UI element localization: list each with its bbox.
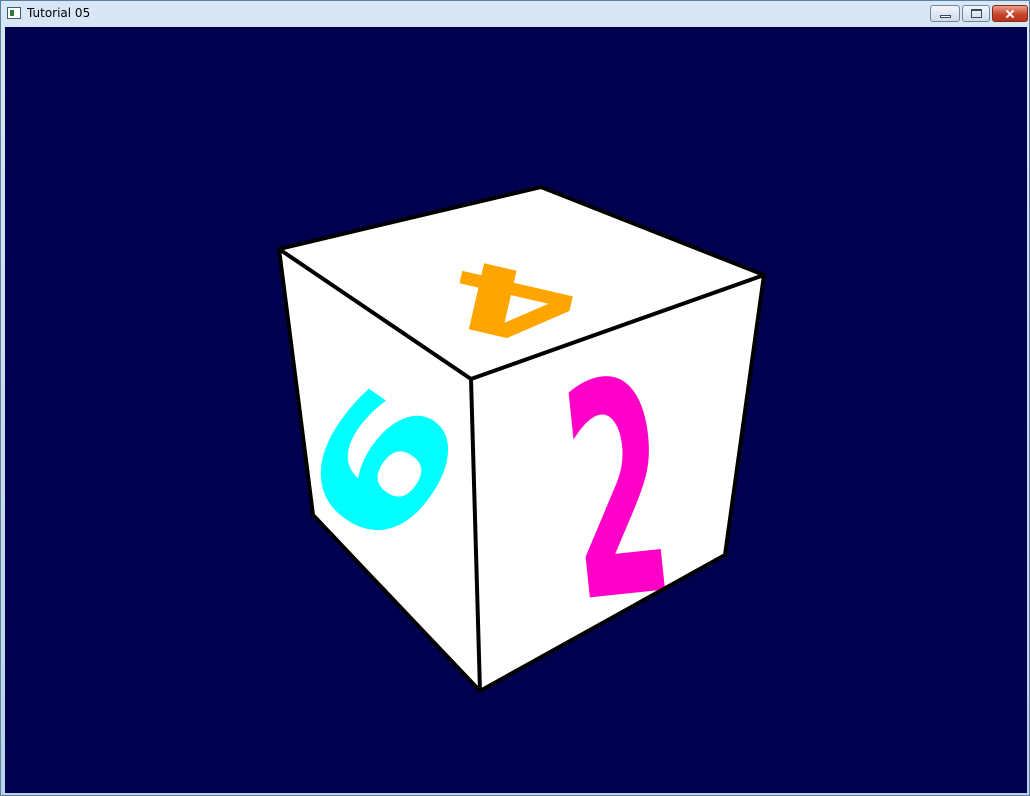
close-button[interactable] bbox=[992, 5, 1028, 22]
maximize-icon bbox=[963, 6, 989, 21]
scene-canvas: 4 2 6 bbox=[277, 185, 766, 693]
maximize-button[interactable] bbox=[962, 5, 990, 22]
title-bar[interactable]: Tutorial 05 bbox=[1, 1, 1029, 27]
app-window: Tutorial 05 4 2 6 bbox=[0, 0, 1030, 796]
app-icon[interactable] bbox=[7, 7, 21, 19]
minimize-icon bbox=[931, 6, 959, 21]
minimize-button[interactable] bbox=[930, 5, 960, 22]
render-viewport[interactable]: 4 2 6 bbox=[5, 27, 1027, 793]
cube: 4 2 6 bbox=[277, 185, 766, 693]
window-title: Tutorial 05 bbox=[27, 6, 91, 20]
close-icon bbox=[993, 6, 1027, 21]
